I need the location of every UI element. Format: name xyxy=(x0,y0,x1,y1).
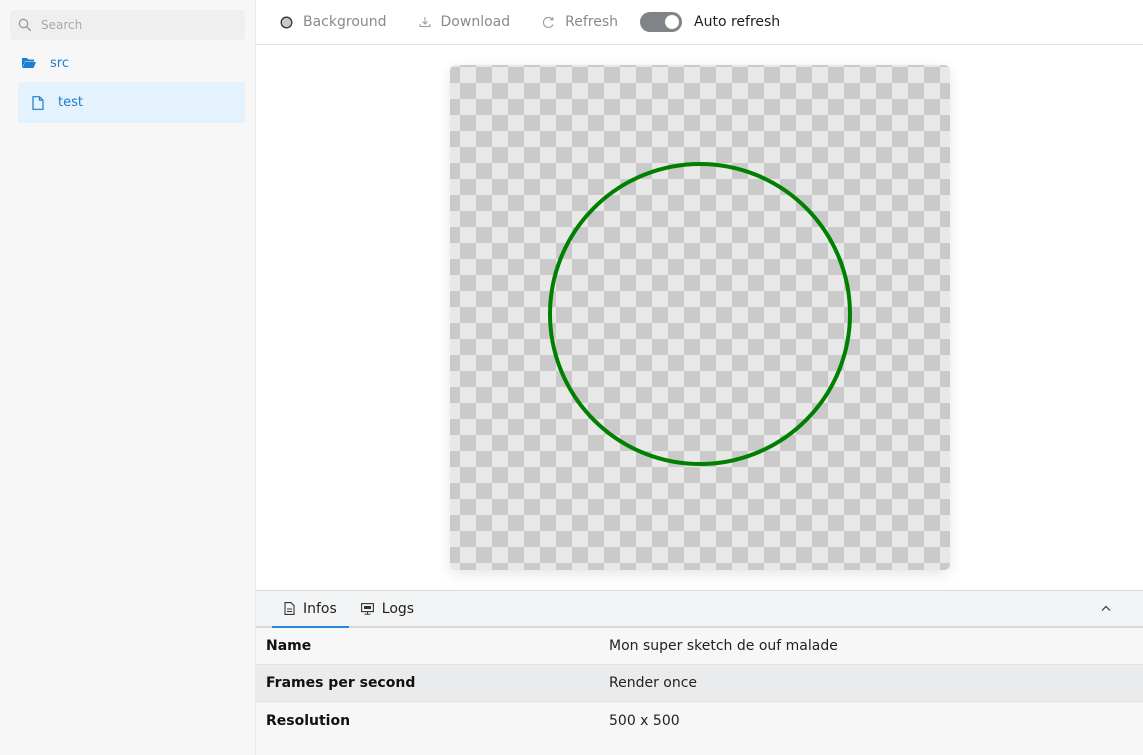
info-value: Mon super sketch de ouf malade xyxy=(609,638,838,654)
background-label: Background xyxy=(303,14,387,30)
tree-file-label: test xyxy=(58,95,83,110)
tree-folder-src[interactable]: src xyxy=(22,52,69,74)
tab-infos-label: Infos xyxy=(303,600,337,617)
toolbar: Background Download Refresh Auto refresh xyxy=(256,0,1143,45)
collapse-panel-button[interactable] xyxy=(1097,599,1115,617)
panel-tabs: Infos Logs xyxy=(256,591,1143,628)
info-panel: Infos Logs Name Mon super sketch de ouf … xyxy=(256,590,1143,755)
preview-stage xyxy=(256,45,1143,590)
info-row-name: Name Mon super sketch de ouf malade xyxy=(256,628,1143,665)
monitor-icon xyxy=(360,602,374,615)
refresh-label: Refresh xyxy=(565,14,618,30)
file-icon xyxy=(32,95,44,110)
download-label: Download xyxy=(440,14,511,30)
folder-open-icon xyxy=(22,58,36,68)
tab-infos[interactable]: Infos xyxy=(272,591,349,628)
info-row-resolution: Resolution 500 x 500 xyxy=(256,702,1143,739)
info-value: Render once xyxy=(609,675,698,691)
background-circle-icon xyxy=(280,16,293,28)
chevron-up-icon xyxy=(1101,605,1111,611)
sketch-drawing xyxy=(548,162,852,466)
info-key: Name xyxy=(266,638,312,654)
search-icon xyxy=(18,18,32,32)
tree-folder-label: src xyxy=(50,55,69,71)
tab-logs[interactable]: Logs xyxy=(349,591,426,626)
download-button[interactable]: Download xyxy=(419,14,511,30)
toggle-knob xyxy=(665,15,679,29)
tab-logs-label: Logs xyxy=(381,600,415,617)
refresh-button[interactable]: Refresh xyxy=(542,14,618,30)
background-button[interactable]: Background xyxy=(280,14,387,30)
search-input[interactable] xyxy=(41,18,231,32)
sidebar: src test xyxy=(0,0,256,755)
sketch-canvas[interactable] xyxy=(450,65,950,570)
download-icon xyxy=(419,17,431,27)
info-key: Resolution xyxy=(266,712,351,729)
info-key: Frames per second xyxy=(266,675,416,691)
search-box[interactable] xyxy=(10,10,245,40)
sketch-circle xyxy=(548,162,852,466)
info-row-fps: Frames per second Render once xyxy=(256,665,1143,702)
refresh-icon xyxy=(543,16,554,28)
tree-file-test[interactable]: test xyxy=(18,82,245,123)
info-value: 500 x 500 xyxy=(609,712,680,729)
auto-refresh-label: Auto refresh xyxy=(694,14,781,30)
auto-refresh-toggle[interactable] xyxy=(640,12,682,32)
document-icon xyxy=(284,602,295,615)
